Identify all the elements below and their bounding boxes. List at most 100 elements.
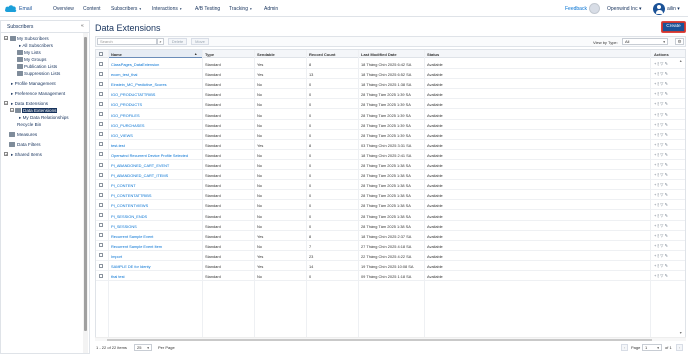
row-checkbox[interactable] — [99, 182, 103, 187]
edit-icon[interactable]: ✎ — [665, 71, 670, 76]
sidebar-item-data-extensions-root[interactable]: ▸ Data Extensions — [11, 101, 48, 107]
per-page-select[interactable]: 25 ▾ — [134, 343, 152, 351]
org-avatar[interactable] — [589, 3, 600, 14]
data-extension-name-link[interactable]: ecom_test_thai — [111, 72, 137, 77]
delete-button[interactable]: Delete — [168, 38, 187, 45]
table-row[interactable]: Recurrent Sample Event Item Standard No 7 27… — [96, 241, 685, 251]
gear-icon[interactable]: ⚙ — [675, 38, 684, 45]
table-row[interactable]: PI_SESSION_ENDS Standard No 0 28 Tháng Tám 2… — [96, 211, 685, 221]
row-checkbox[interactable] — [99, 61, 103, 66]
sidebar-item-preference-management[interactable]: ▸ Preference Management — [11, 91, 65, 97]
scroll-up-icon[interactable]: ▲ — [679, 59, 682, 63]
edit-icon[interactable]: ✎ — [665, 192, 670, 197]
name-column-header[interactable]: Name ▲ — [108, 50, 202, 58]
nav-overview[interactable]: Overview — [53, 6, 74, 12]
edit-icon[interactable]: ✎ — [665, 202, 670, 207]
nav-interactions[interactable]: Interactions ▾ — [152, 6, 182, 12]
sidebar-item-suppression-lists[interactable]: Suppression Lists — [24, 71, 60, 76]
data-extension-name-link[interactable]: IGO_PRODUCTATTRIBS — [111, 92, 155, 97]
data-extension-name-link[interactable]: PI_SESSIONS — [111, 224, 137, 229]
table-row[interactable]: IGO_PRODUCTS Standard No 0 28 Tháng Tám 2025… — [96, 99, 685, 110]
data-extension-name-link[interactable]: PI_ABANDONED_CART_EVENT — [111, 163, 169, 168]
edit-icon[interactable]: ✎ — [665, 142, 670, 147]
row-checkbox[interactable] — [99, 91, 103, 96]
tree-toggle[interactable]: − — [10, 108, 14, 113]
sidebar-item-publication-lists[interactable]: Publication Lists — [24, 64, 57, 69]
table-row[interactable]: PI_ABANDONED_CART_EVENT Standard No 0 28 Thá… — [96, 160, 685, 170]
row-checkbox[interactable] — [99, 202, 103, 207]
edit-icon[interactable]: ✎ — [665, 132, 670, 137]
edit-icon[interactable]: ✎ — [665, 81, 670, 86]
row-checkbox[interactable] — [99, 162, 103, 167]
data-extension-name-link[interactable]: thai test — [111, 274, 125, 279]
edit-icon[interactable]: ✎ — [665, 263, 670, 268]
edit-icon[interactable]: ✎ — [665, 253, 670, 258]
sidebar-scrollbar-thumb[interactable] — [84, 37, 87, 331]
horizontal-scrollbar-thumb[interactable] — [107, 338, 652, 341]
row-checkbox[interactable] — [99, 253, 103, 258]
data-extension-name-link[interactable]: IGO_VIEWS — [111, 133, 133, 138]
column-header-type[interactable]: Type — [205, 52, 214, 57]
table-row[interactable]: ecom_test_thai Standard Yes 13 18 Tháng Chín… — [96, 69, 685, 80]
scroll-down-icon[interactable]: ▼ — [679, 331, 682, 335]
edit-icon[interactable]: ✎ — [665, 172, 670, 177]
user-avatar[interactable] — [653, 2, 665, 15]
collapse-panel-icon[interactable]: « — [81, 23, 84, 29]
select-all-checkbox[interactable] — [99, 51, 103, 56]
row-checkbox[interactable] — [99, 233, 103, 238]
edit-icon[interactable]: ✎ — [665, 101, 670, 106]
data-extension-name-link[interactable]: PI_CONTENT — [111, 183, 136, 188]
table-row[interactable]: PI_CONTENTATTRIBS Standard No 0 28 Tháng Tám… — [96, 190, 685, 201]
row-checkbox[interactable] — [99, 122, 103, 127]
org-switcher[interactable]: Openwind Inc ▾ — [607, 6, 641, 12]
data-extension-name-link[interactable]: PI_ABANDONED_CART_ITEMS — [111, 173, 168, 178]
edit-icon[interactable]: ✎ — [665, 233, 670, 238]
user-menu[interactable]: ailin ▾ — [667, 6, 680, 12]
nav-content[interactable]: Content — [83, 6, 101, 12]
data-extension-name-link[interactable]: SAMPLE DE for Identy — [111, 264, 151, 269]
data-extension-name-link[interactable]: Recurrent Sample Event — [111, 234, 153, 239]
table-row[interactable]: Einstein_MC_Predictive_Scores Standard No 0… — [96, 79, 685, 90]
data-extension-name-link[interactable]: IGO_PROFILES — [111, 113, 140, 118]
horizontal-scrollbar[interactable] — [95, 337, 686, 341]
nav-tracking[interactable]: Tracking ▾ — [229, 6, 252, 12]
data-extension-name-link[interactable]: ClassPages_DataExtension — [111, 62, 159, 67]
data-extension-name-link[interactable]: Openwind Recurrent Device Profile Select… — [111, 153, 188, 158]
row-checkbox[interactable] — [99, 81, 103, 86]
search-icon[interactable]: ⌕ — [157, 38, 164, 45]
data-extension-name-link[interactable]: Import — [111, 254, 122, 259]
data-extension-name-link[interactable]: Einstein_MC_Predictive_Scores — [111, 82, 167, 87]
next-page-icon[interactable]: › — [676, 343, 683, 351]
edit-icon[interactable]: ✎ — [665, 91, 670, 96]
data-extension-name-link[interactable]: IGO_PRODUCTS — [111, 102, 142, 107]
tree-toggle[interactable]: − — [4, 101, 8, 106]
data-extension-name-link[interactable]: IGO_PURCHASES — [111, 123, 145, 128]
table-row[interactable]: PI_ABANDONED_CART_ITEMS Standard No 0 28 Thá… — [96, 170, 685, 181]
table-row[interactable]: PI_CONTENT Standard No 0 28 Tháng Tám 2025 1… — [96, 180, 685, 191]
row-checkbox[interactable] — [99, 172, 103, 177]
feedback-link[interactable]: Feedback — [565, 6, 587, 12]
table-row[interactable]: SAMPLE DE for Identy Standard Yes 14 19 Thán… — [96, 261, 685, 271]
move-button[interactable]: Move — [191, 38, 209, 45]
edit-icon[interactable]: ✎ — [665, 182, 670, 187]
tree-toggle[interactable]: + — [4, 152, 8, 157]
sidebar-item-all-subscribers[interactable]: ▸ All Subscribers — [19, 43, 53, 49]
table-row[interactable]: IGO_PRODUCTATTRIBS Standard No 0 28 Tháng Tá… — [96, 89, 685, 100]
row-checkbox[interactable] — [99, 142, 103, 147]
edit-icon[interactable]: ✎ — [665, 223, 670, 228]
sidebar-item-data-extensions[interactable]: Data Extensions — [22, 107, 58, 113]
data-extension-name-link[interactable]: PI_CONTENTVIEWS — [111, 203, 148, 208]
nav-ab-testing[interactable]: A/B Testing — [195, 6, 220, 12]
table-row[interactable]: IGO_PURCHASES Standard No 0 28 Tháng Tám 202… — [96, 120, 685, 130]
edit-icon[interactable]: ✎ — [665, 243, 670, 248]
row-checkbox[interactable] — [99, 273, 103, 278]
table-row[interactable]: IGO_PROFILES Standard No 0 28 Tháng Tám 2025… — [96, 110, 685, 120]
sidebar-item-my-data-relationships[interactable]: ▸ My Data Relationships — [19, 115, 69, 121]
data-extension-name-link[interactable]: PI_CONTENTATTRIBS — [111, 193, 152, 198]
search-input[interactable]: Search — [97, 38, 157, 45]
sidebar-item-measures[interactable]: Measures — [17, 132, 37, 137]
row-checkbox[interactable] — [99, 192, 103, 197]
sidebar-item-my-groups[interactable]: My Groups — [24, 57, 46, 62]
prev-page-icon[interactable]: ‹ — [621, 343, 628, 351]
table-scrollbar[interactable]: ▲ ▼ — [679, 59, 684, 337]
